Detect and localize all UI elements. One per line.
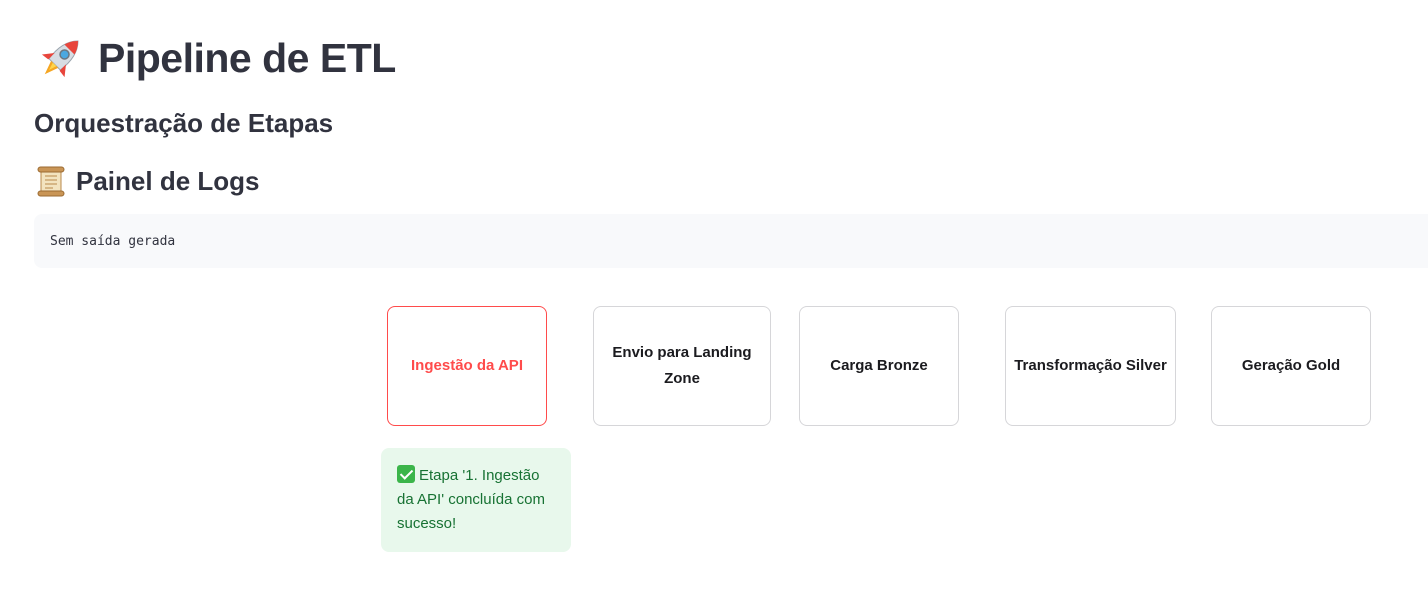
app-page: Pipeline de ETL Orquestração de Etapas P… <box>0 0 1428 611</box>
rocket-icon <box>34 31 88 85</box>
step-button-ingestao-api[interactable]: Ingestão da API <box>387 306 547 426</box>
step-button-carga-bronze[interactable]: Carga Bronze <box>799 306 959 426</box>
log-output-box: Sem saída gerada <box>34 214 1428 268</box>
step-button-label: Ingestão da API <box>411 357 523 374</box>
success-alert: Etapa '1. Ingestão da API' concluída com… <box>381 448 571 552</box>
logs-panel-title-text: Painel de Logs <box>76 165 260 196</box>
step-button-landing-zone[interactable]: Envio para Landing Zone <box>593 306 771 426</box>
page-title: Pipeline de ETL <box>34 30 396 86</box>
step-button-geracao-gold[interactable]: Geração Gold <box>1211 306 1371 426</box>
step-button-transformacao-silver[interactable]: Transformação Silver <box>1005 306 1176 426</box>
step-button-label: Geração Gold <box>1241 357 1341 374</box>
logs-panel-title: Painel de Logs <box>34 164 260 198</box>
scroll-icon <box>34 164 68 198</box>
check-mark-icon <box>397 465 415 483</box>
log-output-text: Sem saída gerada <box>50 233 176 249</box>
step-button-label: Transformação Silver <box>1014 357 1167 374</box>
step-button-label: Envio para Landing Zone <box>612 344 752 387</box>
page-title-text: Pipeline de ETL <box>98 34 396 81</box>
success-alert-text: Etapa '1. Ingestão da API' concluída com… <box>397 467 545 532</box>
step-button-label: Carga Bronze <box>830 357 928 374</box>
section-subtitle: Orquestração de Etapas <box>34 108 334 138</box>
